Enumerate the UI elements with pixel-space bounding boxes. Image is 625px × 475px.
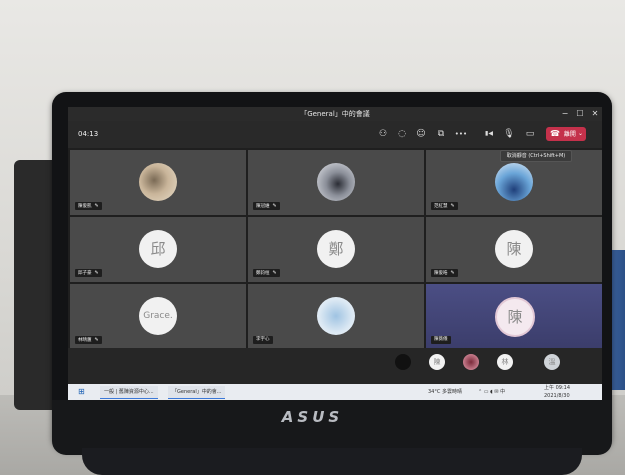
participant-name-tag: 鄭鈞桓 ✎ [253,269,280,277]
participant-name: 李宇心 [256,337,270,342]
participant-tile[interactable]: 鄭 鄭鈞桓 ✎ [248,217,424,282]
avatar: 邱 [139,230,177,268]
participant-tile[interactable]: 陳俊凱 ✎ [70,150,246,215]
participant-name: 陳俊皓 [434,271,448,276]
participant-name-tag: 陳俊凱 ✎ [75,202,102,210]
participant-grid: 陳俊凱 ✎ 陳冠維 ✎ 范紅慧 ✎ 邱 邱子豪 ✎ 鄭 鄭鈞桓 ✎ 陳 陳俊皓 … [68,148,602,349]
weather-widget[interactable]: 34°C 多雲時晴 [428,384,462,400]
participant-name-tag: 范紅慧 ✎ [431,202,458,210]
participant-tile[interactable]: 邱 邱子豪 ✎ [70,217,246,282]
participant-name: 陳俊凱 [78,204,92,209]
taskbar-item-teams-meeting[interactable]: 「General」中的會... [168,386,226,399]
participant-tile[interactable]: 陳 陳俊皓 ✎ [426,217,602,282]
avatar: 陳 [495,297,535,337]
avatar[interactable] [463,354,479,370]
participant-name-tag: 陳薇儀 [431,336,451,344]
participant-name: 范紅慧 [434,204,448,209]
window-title: 「General」中的會議 [300,110,370,118]
avatar[interactable] [395,354,411,370]
clock-date: 2021/8/30 [544,393,570,399]
mic-icon: ✎ [450,203,455,209]
avatar [317,163,355,201]
participant-name: 鄭鈞桓 [256,271,270,276]
participant-name: 林晴蕙 [78,338,92,343]
avatar [317,297,355,335]
meeting-timer: 04:13 [78,130,99,138]
participant-name: 陳冠維 [256,204,270,209]
mic-icon: ✎ [94,337,99,343]
participant-name: 陳薇儀 [434,337,448,342]
share-tray-icon[interactable]: ▭ [523,127,537,141]
mic-icon: ✎ [272,203,277,209]
participant-tile[interactable]: 陳冠維 ✎ [248,150,424,215]
brand-logo: ASUS [281,408,344,426]
participant-name-tag: 林晴蕙 ✎ [75,336,102,344]
avatar: 陳 [495,230,533,268]
minimize-button[interactable]: − [558,107,572,121]
reactions-icon[interactable]: ☺ [414,127,428,141]
avatar[interactable]: 陳 [429,354,445,370]
chevron-down-icon[interactable]: ⌄ [578,127,583,141]
participant-tile[interactable]: 李宇心 [248,284,424,349]
participant-name-tag: 邱子豪 ✎ [75,269,102,277]
taskbar-clock[interactable]: 上午 09:14 2021/8/30 [544,384,570,400]
leave-button[interactable]: ☎ 離開 ⌄ [546,127,586,141]
avatar [495,163,533,201]
mic-muted-icon[interactable]: 🎙 [502,127,516,141]
participant-name-tag: 李宇心 [253,336,273,344]
system-tray-icons[interactable]: ⌃ ▭ ◖ ✉ 中 [478,384,505,400]
camera-icon[interactable]: ▮◀ [482,127,496,141]
mic-icon: ✎ [272,270,277,276]
participant-name-tag: 陳俊皓 ✎ [431,269,458,277]
close-button[interactable]: ✕ [588,107,602,121]
mic-icon: ✎ [94,203,99,209]
clock-time: 上午 09:14 [544,385,570,391]
avatar[interactable]: 溫 [544,354,560,370]
participant-name-tag: 陳冠維 ✎ [253,202,280,210]
meeting-toolbar: 04:13 ⚇ ◌ ☺ ⧉ ••• ▮◀ 🎙 ▭ ☎ 離開 ⌄ [68,121,602,148]
laptop-screen: 「General」中的會議 − ☐ ✕ 04:13 ⚇ ◌ ☺ ⧉ ••• ▮◀… [68,107,602,400]
avatar: Grace. [139,297,177,335]
taskbar-item-teams-channel[interactable]: 一般 | 舊陳資源中心... [100,386,158,399]
mic-icon: ✎ [94,270,99,276]
avatar: 鄭 [317,230,355,268]
maximize-button[interactable]: ☐ [573,107,587,121]
participant-tile[interactable]: Grace. 林晴蕙 ✎ [70,284,246,349]
overflow-participant-strip: 陳 林 溫 [68,348,602,384]
windows-start-icon[interactable]: ⊞ [78,384,85,400]
people-icon[interactable]: ⚇ [376,127,390,141]
more-icon[interactable]: ••• [454,127,468,141]
unmute-tooltip: 取消靜音 (Ctrl+Shift+M) [500,150,572,162]
avatar[interactable]: 林 [497,354,513,370]
share-screen-icon[interactable]: ⧉ [434,127,448,141]
laptop-base [82,448,582,475]
os-taskbar: ⊞ 一般 | 舊陳資源中心... 「General」中的會... 34°C 多雲… [68,384,602,400]
phone-icon: ☎ [550,129,560,138]
mic-icon: ✎ [450,270,455,276]
participant-name: 邱子豪 [78,271,92,276]
window-titlebar: 「General」中的會議 − ☐ ✕ [68,107,602,121]
leave-label: 離開 [563,131,576,138]
chat-icon[interactable]: ◌ [395,127,409,141]
avatar [139,163,177,201]
participant-tile-speaking[interactable]: 陳 陳薇儀 [426,284,602,349]
